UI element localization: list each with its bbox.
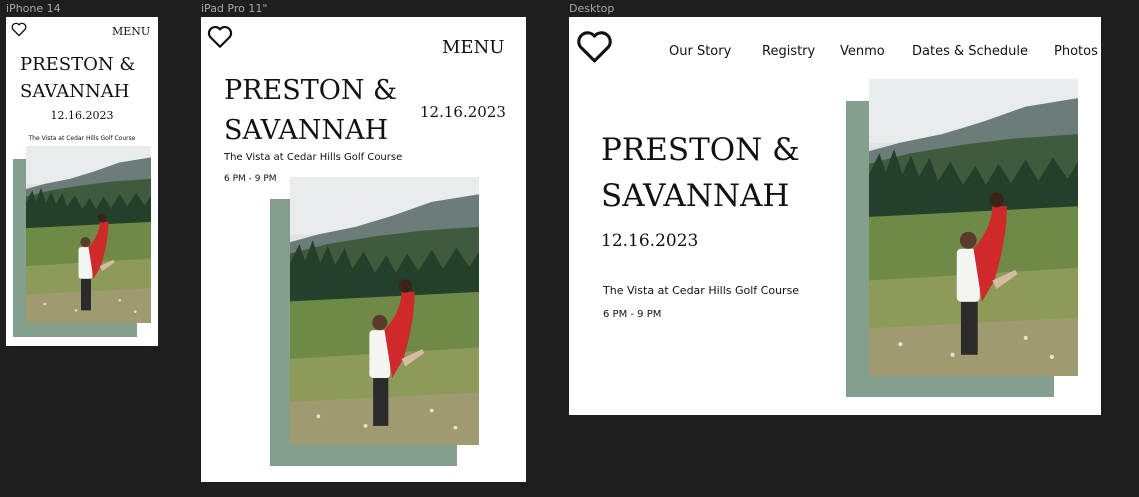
couple-name-line2: SAVANNAH — [224, 115, 389, 146]
couple-photo — [869, 79, 1078, 376]
couple-name-line2: SAVANNAH — [20, 81, 130, 102]
couple-names: PRESTON & SAVANNAH — [20, 51, 135, 105]
frame-label-tablet: iPad Pro 11" — [201, 2, 268, 15]
frame-label-phone: iPhone 14 — [6, 2, 61, 15]
couple-names: PRESTON & SAVANNAH — [601, 127, 800, 219]
couple-name-line1: PRESTON & — [601, 132, 800, 168]
venue-text: The Vista at Cedar Hills Golf Course — [224, 152, 403, 163]
nav-registry[interactable]: Registry — [762, 44, 815, 59]
phone-frame: MENU PRESTON & SAVANNAH 12.16.2023 The V… — [6, 17, 158, 346]
nav-photos[interactable]: Photos — [1054, 44, 1098, 59]
time-text: 6 PM - 9 PM — [224, 174, 277, 184]
couple-photo — [26, 146, 151, 323]
couple-name-line1: PRESTON & — [20, 54, 136, 75]
desktop-frame: Our Story Registry Venmo Dates & Schedul… — [569, 17, 1101, 415]
couple-names: PRESTON & SAVANNAH — [224, 71, 397, 151]
nav-venmo[interactable]: Venmo — [840, 44, 885, 59]
couple-name-line2: SAVANNAH — [601, 178, 790, 214]
menu-button[interactable]: MENU — [442, 37, 505, 58]
nav-our-story[interactable]: Our Story — [669, 44, 731, 59]
heart-logo-icon[interactable] — [11, 22, 27, 37]
venue-text: The Vista at Cedar Hills Golf Course — [603, 284, 800, 297]
couple-name-line1: PRESTON & — [224, 75, 398, 106]
couple-photo — [290, 177, 479, 445]
wedding-date: 12.16.2023 — [601, 231, 699, 251]
wedding-date: 12.16.2023 — [50, 109, 114, 122]
heart-logo-icon[interactable] — [207, 25, 233, 49]
time-text: 6 PM - 9 PM — [603, 309, 662, 320]
venue-text: The Vista at Cedar Hills Golf Course — [28, 135, 136, 142]
heart-logo-icon[interactable] — [576, 30, 613, 64]
nav-dates-schedule[interactable]: Dates & Schedule — [912, 44, 1028, 59]
wedding-date: 12.16.2023 — [420, 103, 506, 121]
menu-button[interactable]: MENU — [112, 25, 150, 38]
frame-label-desktop: Desktop — [569, 2, 615, 15]
tablet-frame: MENU PRESTON & SAVANNAH 12.16.2023 The V… — [201, 17, 526, 482]
